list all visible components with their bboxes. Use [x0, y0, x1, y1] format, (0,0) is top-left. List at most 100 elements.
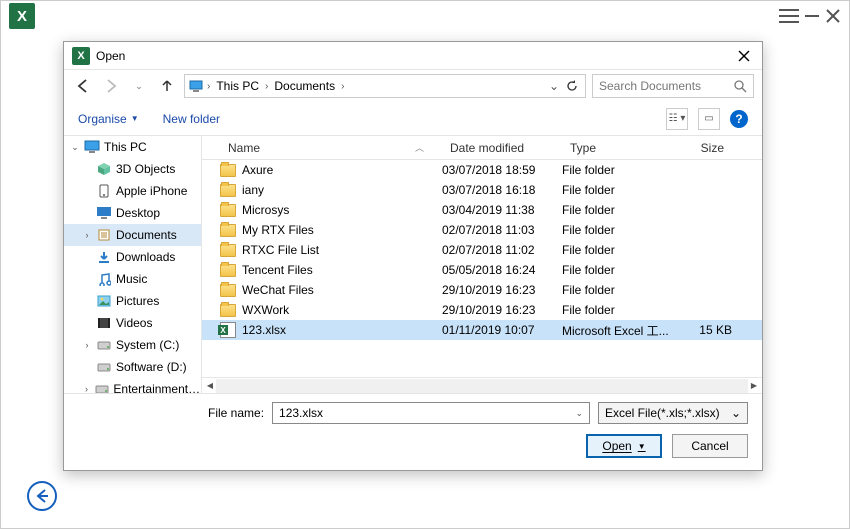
filename-input[interactable]: 123.xlsx ⌄	[272, 402, 590, 424]
new-folder-button[interactable]: New folder	[163, 112, 220, 126]
minimize-icon[interactable]	[805, 15, 819, 17]
folder-icon	[220, 284, 236, 297]
scroll-left-icon[interactable]: ◀	[204, 381, 216, 390]
tree-item[interactable]: › Entertainment (E:)	[64, 378, 201, 393]
file-name: Microsys	[242, 203, 289, 217]
nav-recent-icon[interactable]: ⌄	[128, 75, 150, 97]
video-icon	[96, 316, 112, 330]
chevron-down-icon[interactable]: ⌄	[575, 408, 583, 419]
chevron-down-icon[interactable]: ⌄	[549, 79, 559, 93]
tree-item-label: Downloads	[116, 250, 175, 264]
file-row[interactable]: WXWork29/10/2019 16:23File folder	[202, 300, 762, 320]
tree-item[interactable]: › Documents	[64, 224, 201, 246]
folder-tree[interactable]: ⌄ This PC 3D Objects Apple iPhone Desktop › Do…	[64, 136, 202, 393]
tree-item[interactable]: Software (D:)	[64, 356, 201, 378]
file-date: 03/04/2019 11:38	[442, 203, 562, 217]
column-date[interactable]: Date modified	[442, 141, 562, 155]
search-input[interactable]: Search Documents	[592, 74, 754, 98]
cancel-button[interactable]: Cancel	[672, 434, 748, 458]
horizontal-scrollbar[interactable]: ◀ ▶	[202, 377, 762, 393]
filename-label: File name:	[78, 406, 264, 420]
column-type[interactable]: Type	[562, 141, 677, 155]
folder-icon	[220, 224, 236, 237]
refresh-icon[interactable]	[563, 80, 581, 92]
file-row[interactable]: My RTX Files02/07/2018 11:03File folder	[202, 220, 762, 240]
chevron-icon: ›	[82, 384, 91, 393]
crumb-documents[interactable]: Documents	[272, 79, 337, 93]
file-row[interactable]: Tencent Files05/05/2018 16:24File folder	[202, 260, 762, 280]
crumb-this-pc[interactable]: This PC	[214, 79, 261, 93]
picture-icon	[96, 294, 112, 308]
column-name[interactable]: Name ︿	[220, 141, 442, 155]
file-type: File folder	[562, 263, 677, 277]
tree-item-label: Pictures	[116, 294, 159, 308]
excel-dialog-icon: X	[72, 47, 90, 65]
breadcrumb[interactable]: › This PC › Documents › ⌄	[184, 74, 586, 98]
excel-file-icon	[220, 322, 236, 338]
chevron-right-icon: ›	[341, 81, 344, 92]
file-type: File folder	[562, 243, 677, 257]
file-row[interactable]: Axure03/07/2018 18:59File folder	[202, 160, 762, 180]
tree-item[interactable]: Downloads	[64, 246, 201, 268]
file-name: iany	[242, 183, 264, 197]
organise-button[interactable]: Organise ▼	[78, 112, 139, 126]
menu-icon[interactable]	[779, 9, 799, 23]
view-options-button[interactable]: ☷ ▾	[666, 108, 688, 130]
file-name: Tencent Files	[242, 263, 313, 277]
address-bar: ⌄ › This PC › Documents › ⌄ Search Docum…	[64, 70, 762, 102]
dialog-title-text: Open	[96, 49, 125, 63]
tree-item-label: System (C:)	[116, 338, 179, 352]
file-name: WXWork	[242, 303, 289, 317]
tree-item-label: Music	[116, 272, 147, 286]
tree-item[interactable]: Pictures	[64, 290, 201, 312]
file-size: 15 KB	[677, 323, 732, 337]
nav-forward-icon[interactable]	[100, 75, 122, 97]
preview-pane-button[interactable]: ▭	[698, 108, 720, 130]
file-type: File folder	[562, 283, 677, 297]
folder-icon	[220, 204, 236, 217]
list-header[interactable]: Name ︿ Date modified Type Size	[202, 136, 762, 160]
folder-icon	[220, 164, 236, 177]
tree-item-label: Documents	[116, 228, 177, 242]
file-date: 29/10/2019 16:23	[442, 303, 562, 317]
monitor-icon	[84, 140, 100, 154]
column-size[interactable]: Size	[677, 141, 732, 155]
phone-icon	[96, 184, 112, 198]
file-row[interactable]: Microsys03/04/2019 11:38File folder	[202, 200, 762, 220]
folder-icon	[220, 184, 236, 197]
nav-up-icon[interactable]	[156, 75, 178, 97]
chevron-down-icon: ▼	[131, 114, 139, 123]
file-row[interactable]: iany03/07/2018 16:18File folder	[202, 180, 762, 200]
file-name: RTXC File List	[242, 243, 319, 257]
tree-item-label: This PC	[104, 140, 147, 154]
chevron-down-icon[interactable]: ⌄	[731, 406, 741, 420]
file-row[interactable]: WeChat Files29/10/2019 16:23File folder	[202, 280, 762, 300]
tree-item[interactable]: 3D Objects	[64, 158, 201, 180]
tree-item[interactable]: Apple iPhone	[64, 180, 201, 202]
help-icon[interactable]: ?	[730, 110, 748, 128]
backstage-back-icon[interactable]	[27, 481, 57, 511]
tree-item[interactable]: Desktop	[64, 202, 201, 224]
chevron-icon: ⌄	[70, 142, 80, 153]
tree-item[interactable]: ›System (C:)	[64, 334, 201, 356]
download-icon	[96, 250, 112, 264]
dialog-footer: File name: 123.xlsx ⌄ Excel File(*.xls;*…	[64, 393, 762, 470]
file-row[interactable]: 123.xlsx01/11/2019 10:07Microsoft Excel …	[202, 320, 762, 340]
tree-item-label: Apple iPhone	[116, 184, 187, 198]
sort-indicator-icon: ︿	[415, 141, 424, 154]
open-button[interactable]: Open ▼	[586, 434, 662, 458]
folder-icon	[220, 264, 236, 277]
chevron-icon: ›	[82, 230, 92, 240]
close-icon[interactable]	[734, 48, 754, 64]
dialog-titlebar: X Open	[64, 42, 762, 70]
file-row[interactable]: RTXC File List02/07/2018 11:02File folde…	[202, 240, 762, 260]
file-type-filter[interactable]: Excel File(*.xls;*.xlsx) ⌄	[598, 402, 748, 424]
file-type: Microsoft Excel 工...	[562, 322, 677, 339]
tree-item[interactable]: Music	[64, 268, 201, 290]
tree-item[interactable]: Videos	[64, 312, 201, 334]
tree-item-label: Entertainment (E:)	[113, 382, 201, 393]
nav-back-icon[interactable]	[72, 75, 94, 97]
close-app-icon[interactable]	[825, 8, 841, 24]
scroll-right-icon[interactable]: ▶	[748, 381, 760, 390]
tree-item[interactable]: ⌄ This PC	[64, 136, 201, 158]
